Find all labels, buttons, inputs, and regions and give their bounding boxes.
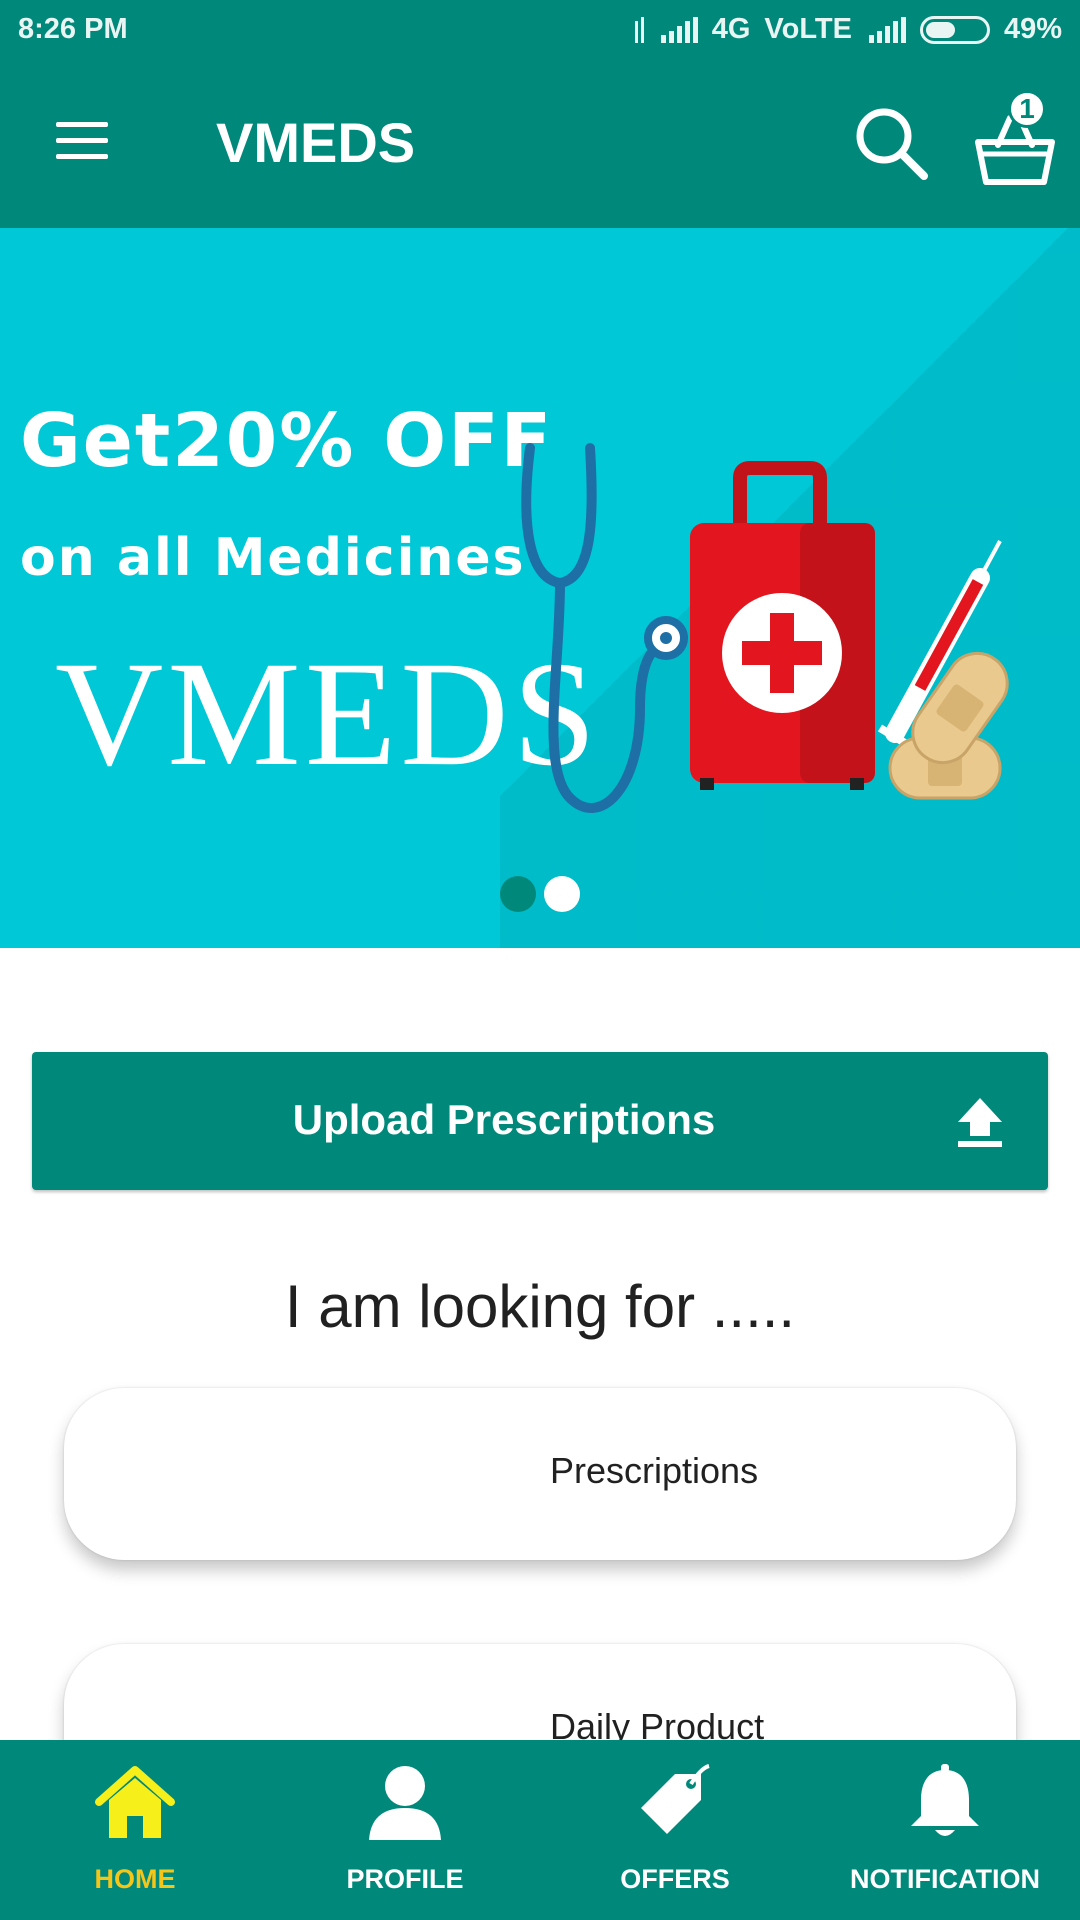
search-icon	[856, 108, 928, 180]
upload-prescriptions-button[interactable]: Upload Prescriptions	[32, 1052, 1048, 1190]
nav-notification-label: NOTIFICATION	[850, 1864, 1040, 1894]
category-card-prescriptions[interactable]: Prescriptions	[64, 1388, 1016, 1560]
network-type: 4G	[711, 13, 751, 45]
category-card-label: Prescriptions	[550, 1450, 759, 1491]
battery-percent: 49%	[1003, 13, 1062, 45]
volte-label: VoLTE	[764, 13, 852, 45]
nav-home-label: HOME	[94, 1864, 176, 1894]
signal-icon	[658, 16, 698, 43]
cart-button[interactable]: 1	[970, 90, 1060, 190]
app-title: VMEDS	[216, 111, 416, 174]
carousel-dot-1[interactable]	[500, 876, 536, 912]
app-bar: VMEDS 1	[0, 60, 1080, 228]
nav-profile[interactable]: PROFILE	[270, 1740, 540, 1920]
search-button[interactable]	[850, 102, 932, 184]
stethoscope-icon	[521, 443, 665, 813]
bell-icon	[911, 1764, 979, 1836]
nav-offers-label: OFFERS	[620, 1864, 730, 1894]
promo-headline: Get20% OFF	[20, 398, 554, 484]
carousel-indicator	[500, 876, 588, 912]
data-transfer-icon	[632, 16, 644, 43]
promo-banner[interactable]: Get20% OFF on all Medicines VMEDS	[0, 228, 1080, 948]
bottom-navigation: HOME PROFILE OFFERS NOTIFICATION	[0, 1740, 1080, 1920]
cart-count-badge: 1	[1008, 90, 1046, 128]
status-icons: 4G VoLTE 49%	[618, 13, 1062, 46]
home-icon	[95, 1766, 175, 1838]
upload-icon	[958, 1098, 1002, 1147]
menu-button[interactable]	[50, 118, 112, 164]
carousel-dot-2[interactable]	[544, 876, 580, 912]
medical-kit-illustration	[521, 443, 1009, 813]
nav-notification[interactable]: NOTIFICATION	[810, 1740, 1080, 1920]
nav-home[interactable]: HOME	[0, 1740, 270, 1920]
profile-icon	[369, 1766, 441, 1840]
section-heading: I am looking for .....	[284, 1273, 796, 1340]
battery-icon	[919, 15, 990, 44]
signal-icon-2	[866, 16, 906, 43]
upload-prescriptions-label: Upload Prescriptions	[292, 1096, 716, 1143]
promo-subheadline: on all Medicines	[20, 528, 526, 588]
status-bar: 8:26 PM 4G VoLTE 49%	[0, 0, 1080, 60]
status-time: 8:26 PM	[18, 13, 128, 45]
tag-icon	[641, 1764, 710, 1834]
nav-profile-label: PROFILE	[346, 1864, 464, 1894]
first-aid-kit-icon	[690, 523, 875, 790]
nav-offers[interactable]: OFFERS	[540, 1740, 810, 1920]
